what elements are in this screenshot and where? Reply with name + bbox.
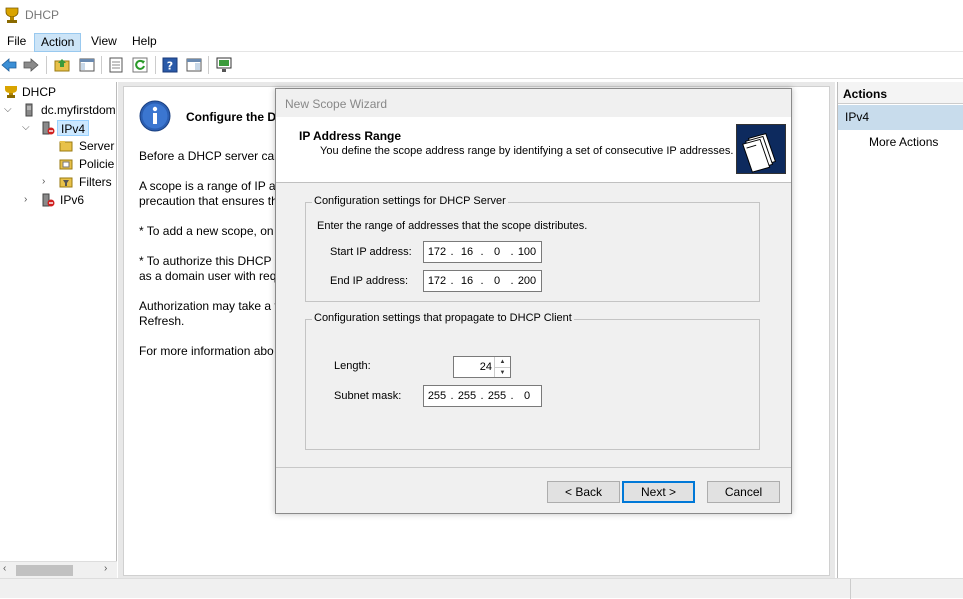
ip-octet[interactable]: 172 [425,246,449,258]
up-folder-icon[interactable] [54,57,70,73]
body-text: Before a DHCP server can [139,149,281,163]
ip-octet[interactable]: 255 [425,390,449,402]
start-ip-field[interactable]: 172 . 16 . 0 . 100 [423,241,542,263]
subnet-mask-label: Subnet mask: [334,390,402,402]
back-arrow-icon[interactable] [1,57,17,73]
toolbar: ? [0,53,963,79]
ip-octet[interactable]: 255 [455,390,479,402]
tree-label: Filters [79,175,112,189]
body-text: as a domain user with req [139,269,277,283]
ip-octet[interactable]: 255 [485,390,509,402]
body-text: * To add a new scope, on t [139,224,281,238]
length-label: Length: [334,360,371,372]
page-title: Configure the D [186,110,276,124]
actions-pane: Actions IPv4 More Actions [837,82,963,578]
start-ip-label: Start IP address: [330,246,412,258]
console-tree: DHCP ⌵ dc.myfirstdom ⌵ IPv4 Server Polic… [0,82,117,578]
menu-bar: File Action View Help [0,30,963,52]
tree-label: dc.myfirstdom [41,103,116,117]
spin-buttons[interactable]: ▲ ▼ [494,357,510,377]
server-config-group: Configuration settings for DHCP Server E… [305,195,760,302]
spin-up-icon[interactable]: ▲ [495,357,510,367]
menu-action[interactable]: Action [34,33,82,52]
group-title: Configuration settings that propagate to… [312,312,574,324]
ip-octet[interactable]: 16 [455,275,479,287]
wizard-subheading: You define the scope address range by id… [320,145,734,157]
folder-icon [59,141,73,152]
length-stepper[interactable]: 24 ▲ ▼ [453,356,511,378]
ip-octet[interactable]: 0 [485,275,509,287]
spin-down-icon[interactable]: ▼ [495,367,510,377]
ip-octet[interactable]: 200 [515,275,539,287]
ipv4-icon [42,121,55,135]
server-icon [25,103,33,117]
title-bar: DHCP [0,0,963,30]
body-text: Refresh. [139,314,185,328]
tree-label: DHCP [22,85,57,99]
wizard-heading: IP Address Range [299,129,402,143]
dhcp-icon [5,86,17,98]
length-value[interactable]: 24 [480,361,492,373]
action-pane-icon[interactable] [186,57,202,73]
body-text: Authorization may take a f [139,299,278,313]
ip-octet[interactable]: 100 [515,246,539,258]
tree-label: IPv6 [60,193,85,207]
status-bar [0,578,963,599]
menu-help[interactable]: Help [126,33,163,52]
scrollbar-thumb[interactable] [16,565,73,576]
body-text: * To authorize this DHCP s [139,254,281,268]
policies-icon [59,159,73,170]
tree-label: IPv4 [57,120,90,136]
chevron-down-icon[interactable]: ⌵ [4,101,14,119]
client-config-group: Configuration settings that propagate to… [305,312,760,450]
tree-label: Policie [79,157,115,171]
next-button[interactable]: Next > [622,481,695,503]
filters-icon [59,177,73,188]
new-scope-wizard-dialog: New Scope Wizard IP Address Range You de… [275,88,792,514]
properties-icon[interactable] [108,57,124,73]
ip-octet[interactable]: 16 [455,246,479,258]
svg-text:?: ? [167,60,173,73]
actions-section-ipv4[interactable]: IPv4 [838,105,963,130]
info-icon [139,100,171,132]
end-ip-label: End IP address: [330,275,409,287]
ip-octet[interactable]: 0 [515,390,539,402]
forward-arrow-icon[interactable] [23,57,39,73]
ip-octet[interactable]: 0 [485,246,509,258]
body-text: precaution that ensures th [139,194,278,208]
more-actions-link[interactable]: More Actions [869,135,938,149]
body-text: A scope is a range of IP ad [139,179,283,193]
ipv6-icon [42,193,55,207]
end-ip-field[interactable]: 172 . 16 . 0 . 200 [423,270,542,292]
chevron-right-icon[interactable]: › [42,173,52,191]
ip-octet[interactable]: 172 [425,275,449,287]
wizard-folders-icon [736,124,786,174]
refresh-icon[interactable] [132,57,148,73]
scroll-right-icon[interactable]: › [104,563,107,574]
window-title: DHCP [25,8,60,22]
chevron-right-icon[interactable]: › [24,191,34,209]
wizard-header: IP Address Range You define the scope ad… [276,117,791,183]
menu-view[interactable]: View [85,33,123,52]
back-button[interactable]: < Back [547,481,620,503]
dhcp-app-icon [5,7,19,23]
body-text: For more information abo [139,344,274,358]
cancel-button[interactable]: Cancel [707,481,780,503]
divider [276,467,791,468]
help-icon[interactable]: ? [162,57,178,73]
tree-label: Server [79,139,115,153]
monitor-icon[interactable] [216,57,232,73]
subnet-mask-field[interactable]: 255 . 255 . 255 . 0 [423,385,542,407]
dialog-title: New Scope Wizard [285,97,388,111]
chevron-down-icon[interactable]: ⌵ [22,119,32,137]
group-title: Configuration settings for DHCP Server [312,195,508,207]
tree-horizontal-scrollbar[interactable]: ‹ › [0,561,117,578]
scroll-left-icon[interactable]: ‹ [3,563,6,574]
actions-header: Actions [838,82,963,104]
show-hide-tree-icon[interactable] [79,57,95,73]
menu-file[interactable]: File [1,33,32,52]
range-instruction: Enter the range of addresses that the sc… [317,220,588,232]
